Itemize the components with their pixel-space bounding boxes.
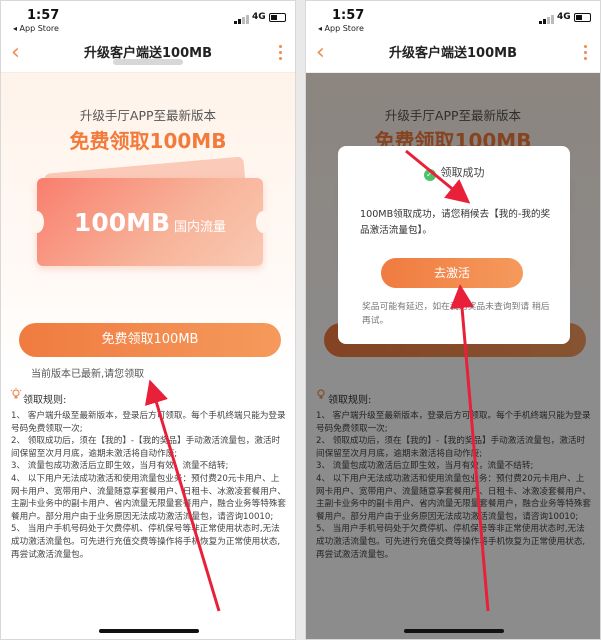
- nav-bar: ‹ 升级客户端送100MB: [306, 35, 600, 73]
- lightbulb-icon: [10, 388, 22, 399]
- dialog-message: 100MB领取成功，请您稍候去【我的-我的奖品激活流量包】。: [360, 209, 551, 236]
- phone-screen-right: 1:57 ◂ App Store 4G ‹ 升级客户端送100MB 升级手厅AP…: [305, 0, 601, 640]
- page-title: 升级客户端送100MB: [389, 46, 517, 61]
- rule-item: 3、 流量包成功激活后立即生效，当月有效，流量不结转;: [11, 461, 229, 472]
- version-hint: 当前版本已最新,请您领取: [31, 369, 145, 380]
- activate-button[interactable]: 去激活: [381, 258, 523, 288]
- back-icon[interactable]: ‹: [316, 42, 325, 64]
- home-indicator: [404, 629, 504, 633]
- signal-icon: [539, 14, 555, 24]
- rule-item: 2、 领取成功后，须在【我的】-【我的奖品】手动激活流量包，激活时间保留至次月月…: [11, 436, 281, 459]
- status-bar: 1:57 ◂ App Store 4G: [1, 1, 295, 35]
- voucher-amount: 100MB: [73, 207, 171, 237]
- data-voucher: 100MB 国内流量: [30, 178, 270, 266]
- page-content: 升级手厅APP至最新版本 免费领取100MB 100MB 国内流量 免费领取10…: [1, 73, 295, 639]
- more-menu-icon[interactable]: [584, 45, 588, 63]
- nav-bar: ‹ 升级客户端送100MB: [1, 35, 295, 73]
- rules-section: 领取规则: 1、 客户端升级至最新版本，登录后方可领取。每个手机终端只能为登录号…: [10, 388, 287, 561]
- claim-button[interactable]: 免费领取100MB: [19, 323, 281, 357]
- rule-item: 4、 以下用户无法成功激活和使用流量包业务：预付费20元卡用户、上网卡用户、宽带…: [11, 473, 287, 522]
- rule-item: 1、 客户端升级至最新版本，登录后方可领取。每个手机终端只能为登录号码免费领取一…: [11, 411, 286, 434]
- battery-icon: [269, 13, 286, 22]
- rule-item: 5、 当用户手机号码处于欠费停机、停机保号等非正常使用状态时,无法成功激活流量包…: [11, 524, 281, 560]
- network-type: 4G: [252, 12, 266, 22]
- blurred-number: [113, 59, 183, 65]
- signal-icon: [234, 14, 250, 24]
- more-menu-icon[interactable]: [279, 45, 283, 63]
- status-bar: 1:57 ◂ App Store 4G: [306, 1, 600, 35]
- check-icon: ✓: [423, 169, 436, 181]
- dialog-note: 奖品可能有延迟，如在我的奖品未查询到请 稍后再试。: [362, 302, 550, 326]
- promo-title: 免费领取100MB: [69, 129, 227, 153]
- promo-subtitle: 升级手厅APP至最新版本: [79, 108, 217, 123]
- home-indicator: [99, 629, 199, 633]
- success-dialog: ✓ 领取成功 100MB领取成功，请您稍候去【我的-我的奖品激活流量包】。 去激活…: [338, 146, 570, 344]
- status-time: 1:57: [27, 8, 60, 23]
- back-to-app-store[interactable]: ◂ App Store: [13, 24, 59, 33]
- back-icon[interactable]: ‹: [11, 42, 20, 64]
- dialog-title: 领取成功: [440, 166, 485, 179]
- rules-title: 领取规则:: [23, 395, 67, 406]
- network-type: 4G: [557, 12, 571, 22]
- phone-screen-left: 1:57 ◂ App Store 4G ‹ 升级客户端送100MB 升级手厅AP…: [0, 0, 296, 640]
- status-time: 1:57: [332, 8, 365, 23]
- voucher-type: 国内流量: [174, 219, 227, 235]
- battery-icon: [574, 13, 591, 22]
- back-to-app-store[interactable]: ◂ App Store: [318, 24, 364, 33]
